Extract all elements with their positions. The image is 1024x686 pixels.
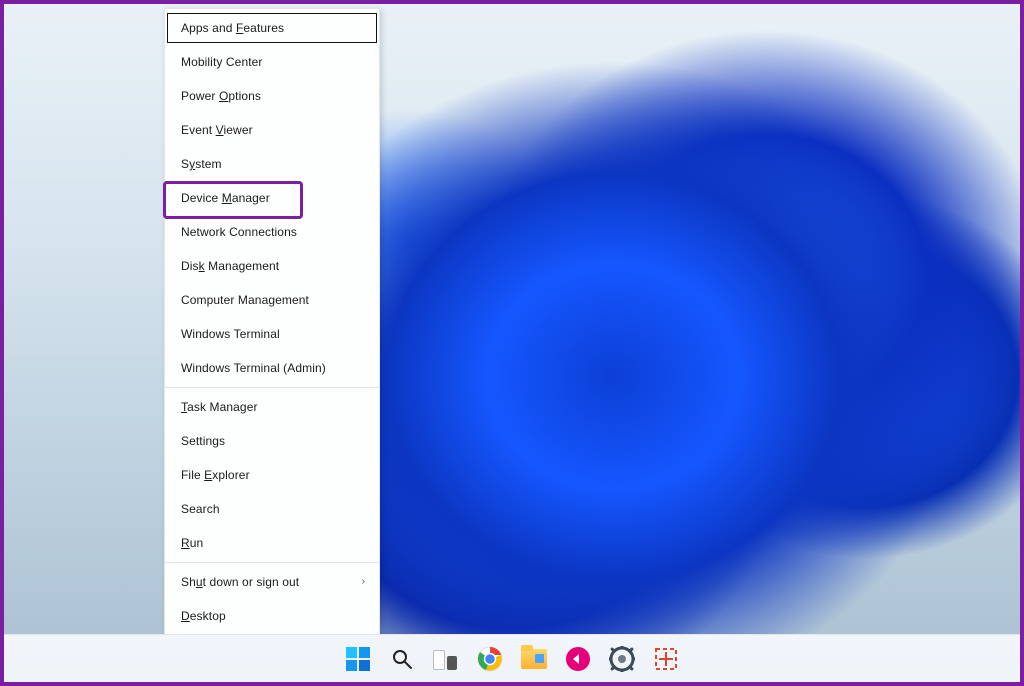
menu-event-viewer-label: Event Viewer — [181, 124, 253, 136]
menu-disk-management[interactable]: Disk Management — [165, 249, 379, 283]
menu-desktop-label: Desktop — [181, 610, 226, 622]
menu-device-manager-label: Device Manager — [181, 192, 270, 204]
menu-file-explorer-label: File Explorer — [181, 469, 250, 481]
menu-windows-terminal[interactable]: Windows Terminal — [165, 317, 379, 351]
file-explorer-icon[interactable] — [520, 645, 548, 673]
chevron-right-icon: › — [362, 577, 365, 587]
menu-windows-terminal-admin-label: Windows Terminal (Admin) — [181, 362, 326, 374]
start-icon[interactable] — [344, 645, 372, 673]
menu-system-label: System — [181, 158, 222, 170]
menu-shut-down-or-sign-out-label: Shut down or sign out — [181, 576, 299, 588]
menu-task-manager[interactable]: Task Manager — [165, 390, 379, 424]
menu-computer-management[interactable]: Computer Management — [165, 283, 379, 317]
menu-run[interactable]: Run — [165, 526, 379, 560]
menu-computer-management-label: Computer Management — [181, 294, 309, 306]
menu-network-connections-label: Network Connections — [181, 226, 297, 238]
menu-settings-label: Settings — [181, 435, 225, 447]
desktop-wallpaper — [4, 4, 1020, 682]
menu-search-label: Search — [181, 503, 220, 515]
menu-windows-terminal-label: Windows Terminal — [181, 328, 280, 340]
menu-desktop[interactable]: Desktop — [165, 599, 379, 633]
snipping-tool-icon[interactable] — [652, 645, 680, 673]
pink-circle-app-icon[interactable] — [564, 645, 592, 673]
menu-windows-terminal-admin[interactable]: Windows Terminal (Admin) — [165, 351, 379, 385]
menu-power-options[interactable]: Power Options — [165, 79, 379, 113]
menu-apps-and-features-label: Apps and Features — [181, 22, 284, 34]
menu-network-connections[interactable]: Network Connections — [165, 215, 379, 249]
menu-settings[interactable]: Settings — [165, 424, 379, 458]
menu-search[interactable]: Search — [165, 492, 379, 526]
settings-icon[interactable] — [608, 645, 636, 673]
menu-disk-management-label: Disk Management — [181, 260, 279, 272]
menu-mobility-center[interactable]: Mobility Center — [165, 45, 379, 79]
menu-apps-and-features[interactable]: Apps and Features — [165, 11, 379, 45]
menu-separator — [165, 387, 379, 388]
menu-file-explorer[interactable]: File Explorer — [165, 458, 379, 492]
menu-event-viewer[interactable]: Event Viewer — [165, 113, 379, 147]
chrome-icon[interactable] — [476, 645, 504, 673]
winx-context-menu: Apps and Features Mobility Center Power Op… — [164, 8, 380, 637]
taskbar — [4, 634, 1020, 682]
menu-shut-down-or-sign-out[interactable]: Shut down or sign out › — [165, 565, 379, 599]
menu-device-manager[interactable]: Device Manager — [165, 181, 379, 215]
menu-system[interactable]: System — [165, 147, 379, 181]
menu-mobility-center-label: Mobility Center — [181, 56, 263, 68]
menu-run-label: Run — [181, 537, 203, 549]
menu-power-options-label: Power Options — [181, 90, 261, 102]
search-icon[interactable] — [388, 645, 416, 673]
task-view-icon[interactable] — [432, 645, 460, 673]
menu-separator — [165, 562, 379, 563]
menu-task-manager-label: Task Manager — [181, 401, 258, 413]
